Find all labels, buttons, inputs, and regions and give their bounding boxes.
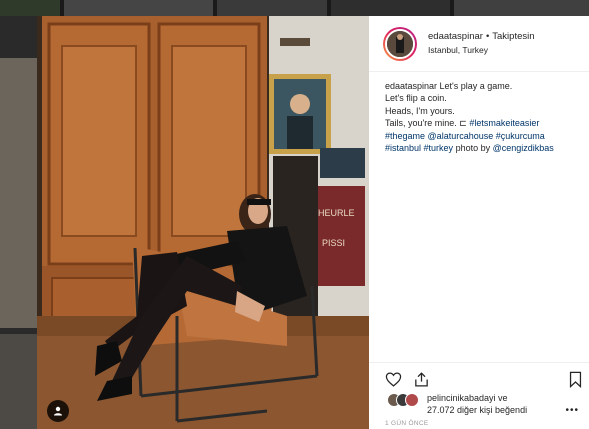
post-location[interactable]: Istanbul, Turkey xyxy=(428,44,535,56)
post-actions xyxy=(369,362,589,392)
caption-username[interactable]: edaataspinar xyxy=(385,81,437,91)
mention-link[interactable]: @cengizdikbas xyxy=(493,143,554,153)
post-username[interactable]: edaataspinar xyxy=(428,31,483,42)
background-feed-top xyxy=(0,0,589,16)
background-feed-left xyxy=(0,16,37,429)
post-timestamp: 1 GÜN ÖNCE xyxy=(385,420,429,427)
hashtag-link[interactable]: #thegame xyxy=(385,131,425,141)
liker-avatars xyxy=(387,393,427,407)
caption-text: Let's flip a coin. xyxy=(385,93,447,104)
mention-link[interactable]: @alaturcahouse xyxy=(428,131,494,141)
post-header: edaataspinar • Takiptesin Istanbul, Turkey xyxy=(369,16,589,72)
caption-text: Let's play a game. xyxy=(437,81,513,91)
follow-status-button[interactable]: Takiptesin xyxy=(492,31,534,42)
svg-text:PISSI: PISSI xyxy=(322,238,345,248)
bookmark-icon[interactable] xyxy=(567,371,584,388)
profile-avatar-ring[interactable] xyxy=(383,26,417,61)
likes-and: ve xyxy=(495,393,508,403)
post-caption: edaataspinar Let's play a game. Let's fl… xyxy=(369,72,589,154)
post-photo: HEURLE PISSI xyxy=(37,16,369,429)
caption-text: Heads, I'm yours. xyxy=(385,105,455,116)
hashtag-link[interactable]: #istanbul xyxy=(385,143,421,153)
caption-text: photo by xyxy=(453,143,493,154)
hashtag-link[interactable]: #letsmakeiteasier xyxy=(469,118,539,128)
svg-text:HEURLE: HEURLE xyxy=(318,208,355,218)
avatar[interactable] xyxy=(385,28,415,59)
post-side-panel: edaataspinar • Takiptesin Istanbul, Turkey… xyxy=(369,16,589,429)
heart-icon[interactable] xyxy=(385,371,402,388)
user-icon xyxy=(54,406,62,416)
separator-dot: • xyxy=(485,31,490,42)
hashtag-link[interactable]: #turkey xyxy=(424,143,454,153)
hashtag-link[interactable]: #çukurcuma xyxy=(496,131,545,141)
caption-text: Tails, you're mine. ⊏ xyxy=(385,118,467,129)
likes-count[interactable]: 27.072 diğer kişi beğendi xyxy=(427,405,527,416)
tagged-users-button[interactable] xyxy=(47,400,69,422)
share-icon[interactable] xyxy=(413,371,430,388)
liker-username[interactable]: pelincinikabadayi xyxy=(427,393,496,403)
likes-summary: pelincinikabadayi ve 27.072 diğer kişi b… xyxy=(385,393,585,423)
more-options-button[interactable]: ••• xyxy=(565,405,579,416)
